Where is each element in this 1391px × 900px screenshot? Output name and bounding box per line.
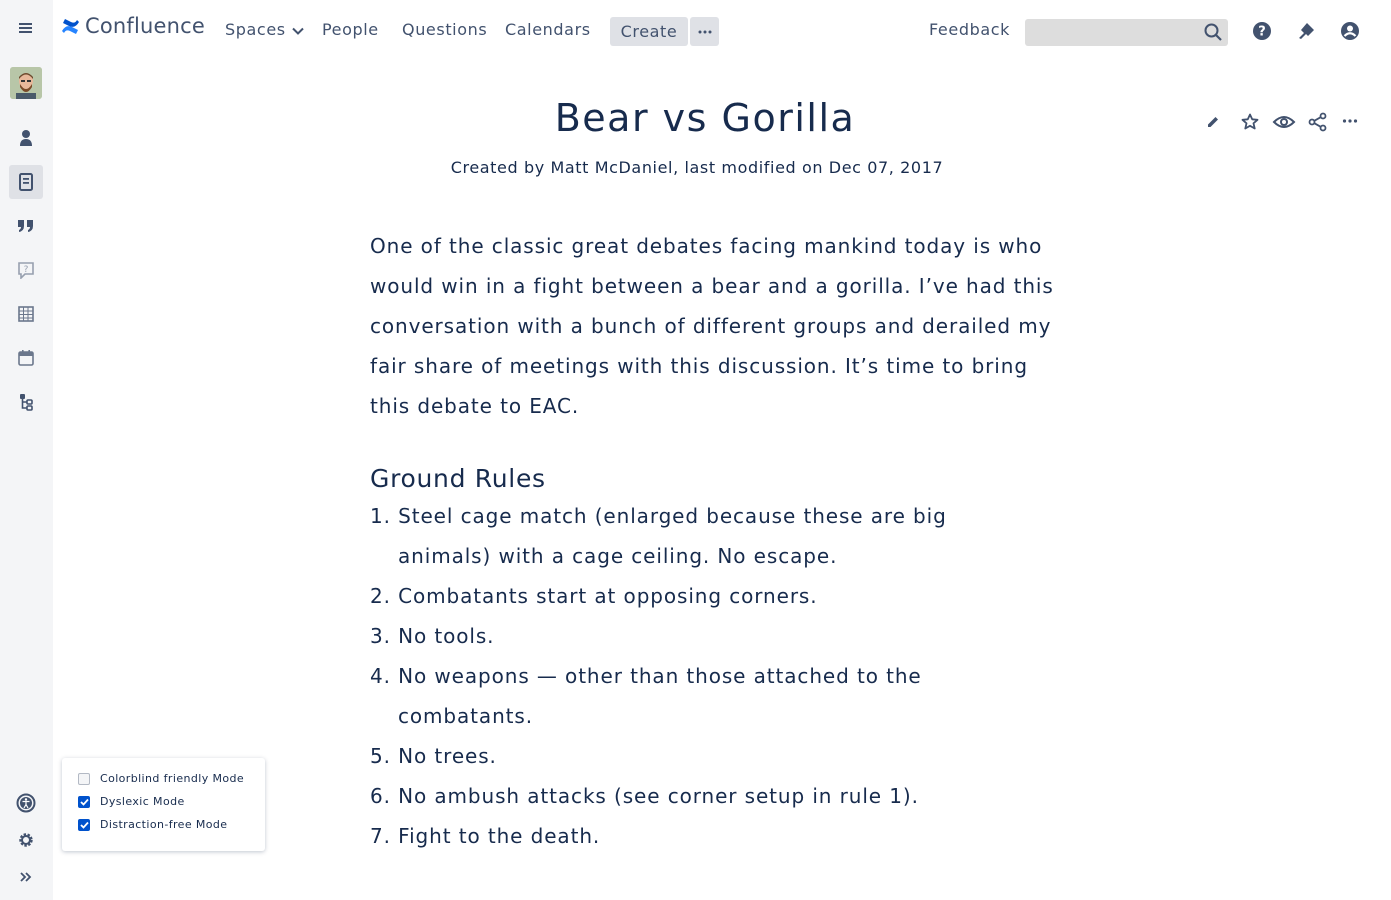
nav-calendars[interactable]: Calendars [505,20,591,39]
colorblind-mode-option[interactable]: Colorblind friendly Mode [78,772,244,785]
question-icon[interactable]: ? [9,253,43,287]
search-input[interactable] [1025,19,1228,46]
checkmark-icon [79,798,89,806]
list-item: 1. Steel cage match (enlarged because th… [370,504,947,568]
watch-icon[interactable] [1272,112,1296,132]
page-title: Bear vs Gorilla [554,96,856,140]
nav-people[interactable]: People [322,20,379,39]
list-item: 6. No ambush attacks (see corner setup i… [370,784,919,808]
page-byline: Created by Matt McDaniel, last modified … [450,158,944,177]
colorblind-mode-checkbox[interactable] [78,772,90,785]
ellipsis-icon [698,30,711,33]
svg-text:?: ? [1258,25,1266,40]
checkmark-icon [79,821,89,829]
dyslexic-mode-option[interactable]: Dyslexic Mode [78,795,185,808]
accessibility-panel: Colorblind friendly Mode Dyslexic Mode D… [62,758,265,851]
list-item: 4. No weapons — other than those attache… [370,664,922,728]
edit-icon[interactable] [1205,114,1221,130]
distraction-free-mode-option[interactable]: Distraction-free Mode [78,818,227,831]
nav-spaces[interactable]: Spaces [225,20,304,39]
distraction-free-mode-label: Distraction-free Mode [100,818,228,831]
hierarchy-icon[interactable] [9,385,43,419]
calendar-icon[interactable] [9,341,43,375]
confluence-logo[interactable]: Confluence [61,14,205,38]
confluence-logo-icon [62,18,79,34]
dyslexic-mode-checkbox[interactable] [78,795,90,808]
list-item: 3. No tools. [370,624,495,648]
profile-icon[interactable] [1340,21,1360,41]
list-item: 2. Combatants start at opposing corners. [370,584,818,608]
nav-questions[interactable]: Questions [402,20,487,39]
svg-text:?: ? [24,265,29,275]
help-icon[interactable]: ? [1252,21,1272,41]
app-name: Confluence [85,14,206,38]
top-navigation: Confluence Spaces People Questions Calen… [53,0,1391,64]
colorblind-mode-label: Colorblind friendly Mode [100,772,245,785]
rules-list: 1. Steel cage match (enlarged because th… [370,496,1070,856]
avatar[interactable] [10,67,42,99]
menu-icon[interactable] [9,11,43,45]
page-more-icon[interactable] [1342,118,1358,124]
search-icon[interactable] [1203,22,1223,42]
notifications-icon[interactable] [1296,21,1316,41]
distraction-free-mode-checkbox[interactable] [78,818,90,831]
quote-icon[interactable] [9,209,43,243]
accessibility-icon[interactable] [9,786,43,820]
dyslexic-mode-label: Dyslexic Mode [100,795,185,808]
intro-paragraph: One of the classic great debates facing … [370,234,1054,418]
nav-spaces-label: Spaces [225,20,286,39]
section-heading: Ground Rules [370,464,546,493]
list-item: 5. No trees. [370,744,497,768]
list-item: 7. Fight to the death. [370,824,601,848]
page-content: One of the classic great debates facing … [370,226,1070,856]
calendar-grid-icon[interactable] [9,297,43,331]
more-create-button[interactable] [690,17,719,46]
gear-icon[interactable] [9,823,43,857]
expand-icon[interactable] [9,860,43,894]
chevron-down-icon [291,27,304,35]
feedback-link[interactable]: Feedback [929,20,1010,39]
share-icon[interactable] [1308,112,1328,132]
star-icon[interactable] [1240,112,1260,132]
create-button[interactable]: Create [610,17,688,46]
